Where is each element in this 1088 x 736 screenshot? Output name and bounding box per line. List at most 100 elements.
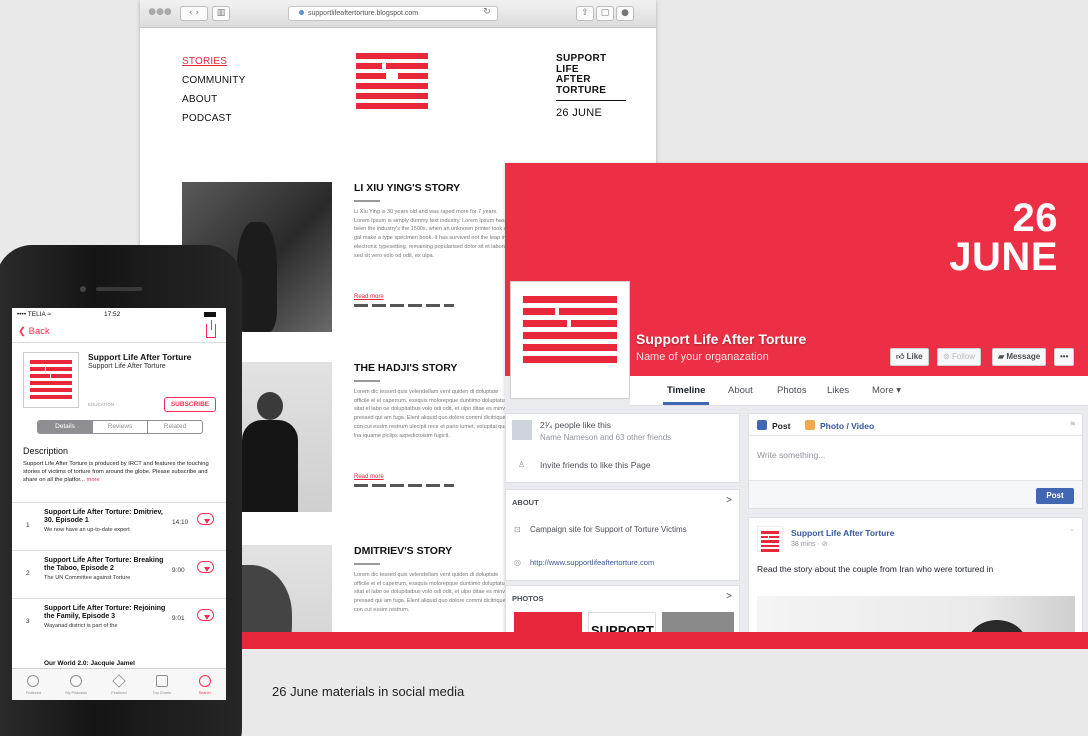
- tab-featured-star[interactable]: Featured: [98, 669, 141, 700]
- story-title[interactable]: DMITRIEV'S STORY: [354, 545, 452, 557]
- subscribe-button[interactable]: SUBSCRIBE: [164, 397, 216, 412]
- episode-row[interactable]: 1 Support Life After Torture: Dmitriev, …: [12, 502, 226, 550]
- read-more-link[interactable]: Read more: [354, 474, 384, 480]
- composer-tab-photo[interactable]: Photo / Video: [820, 421, 874, 431]
- tab-about[interactable]: About: [728, 385, 753, 396]
- window-controls-icon[interactable]: ●●●: [146, 6, 174, 21]
- post-composer: Post Photo / Video ⚑ Write something... …: [748, 413, 1083, 509]
- podcast-artwork[interactable]: [23, 352, 79, 408]
- podcast-author[interactable]: Support Life After Torture: [88, 363, 166, 370]
- status-time: 17:52: [104, 311, 121, 318]
- episode-duration: 14:10: [172, 519, 189, 526]
- tab-more[interactable]: More ▾: [872, 385, 901, 396]
- friend-avatar[interactable]: [512, 420, 532, 440]
- flag-icon[interactable]: ⚑: [1069, 420, 1076, 429]
- follow-button[interactable]: ⊚ Follow: [937, 348, 982, 366]
- episode-row[interactable]: 2 Support Life After Torture: Breaking t…: [12, 550, 226, 598]
- story-excerpt: Lorem dic tessed quis velendellam vent q…: [354, 572, 513, 613]
- more-options-button[interactable]: •••: [1054, 348, 1075, 366]
- tab-likes[interactable]: Likes: [827, 385, 849, 396]
- hexagram-logo-icon: [30, 360, 72, 399]
- page-category: Name of your organazation: [636, 351, 769, 363]
- status-bar: •••• TELIA ≈ 17:52: [12, 308, 226, 321]
- story-title[interactable]: THE HADJI'S STORY: [354, 362, 457, 374]
- chevron-right-icon[interactable]: >: [726, 495, 732, 506]
- extension-icon[interactable]: ●: [616, 6, 634, 21]
- like-page-button[interactable]: 👍︎ Like: [890, 348, 929, 366]
- tab-label: Featured: [25, 691, 41, 695]
- post-text: Read the story about the couple from Ira…: [757, 564, 994, 574]
- globe-icon: ◎: [514, 558, 521, 567]
- story-excerpt: Lorem dic tessed quis velendellam vent q…: [354, 389, 513, 439]
- nav-bar: ❮ Back: [12, 320, 226, 343]
- invite-link[interactable]: Invite friends to like this Page: [540, 460, 651, 470]
- story-date: [354, 200, 380, 202]
- nav-about[interactable]: ABOUT: [182, 90, 245, 109]
- battery-icon: [204, 312, 216, 317]
- star-icon: [112, 674, 126, 688]
- tab-my-podcasts[interactable]: My Podcasts: [55, 669, 98, 700]
- photos-heading[interactable]: PHOTOS: [512, 594, 544, 603]
- podcast-title: Support Life After Torture: [88, 352, 192, 362]
- back-button[interactable]: ❮ Back: [18, 326, 50, 337]
- facebook-page: 26 JUNE Support Life After Torture Name …: [505, 163, 1088, 640]
- back-label: Back: [28, 326, 50, 337]
- segment-details[interactable]: Details: [38, 421, 93, 433]
- tab-timeline[interactable]: Timeline: [662, 385, 710, 405]
- tab-featured[interactable]: Featured: [12, 669, 55, 700]
- reload-icon[interactable]: ↻: [480, 6, 494, 21]
- page-tabs: Timeline About Photos Likes More ▾: [630, 376, 1088, 406]
- share-icon[interactable]: ⇧: [576, 6, 594, 21]
- segment-reviews[interactable]: Reviews: [93, 421, 148, 433]
- story-title[interactable]: LI XIU YING'S STORY: [354, 182, 460, 194]
- tab-photos[interactable]: Photos: [777, 385, 807, 396]
- site-title-block: SUPPORT LIFE AFTER TORTURE 26 JUNE: [556, 53, 626, 119]
- tab-top-charts[interactable]: Top Charts: [140, 669, 183, 700]
- chevron-down-icon[interactable]: ⌄: [1069, 524, 1076, 533]
- composer-input[interactable]: Write something...: [757, 450, 825, 460]
- likes-count: 2¹⁄₄ people like this: [540, 420, 612, 430]
- episode-number: 1: [26, 522, 30, 529]
- site-logo[interactable]: [356, 53, 428, 109]
- nav-community[interactable]: COMMUNITY: [182, 71, 245, 90]
- url-text: supportlifeaftertorture.blogspot.com: [308, 10, 419, 17]
- episode-row[interactable]: 3 Support Life After Torture: Rejoining …: [12, 598, 226, 646]
- post-author-avatar[interactable]: [757, 526, 783, 552]
- about-heading[interactable]: ABOUT: [512, 498, 539, 507]
- profile-picture[interactable]: [510, 281, 630, 399]
- share-icon[interactable]: [206, 320, 216, 338]
- tab-search[interactable]: Search: [183, 669, 226, 700]
- post-timestamp[interactable]: 38 mins · ⊘: [791, 540, 828, 548]
- page-name[interactable]: Support Life After Torture: [636, 331, 806, 347]
- address-bar[interactable]: supportlifeaftertorture.blogspot.com: [288, 6, 498, 21]
- description-text: Support Life After Torture is produced b…: [23, 460, 219, 484]
- episode-row-partial[interactable]: Our World 2.0: Jacquie Jamel: [44, 660, 135, 667]
- website-link[interactable]: http://www.supportlifeaftertorture.com: [530, 558, 654, 567]
- segment-related[interactable]: Related: [148, 421, 202, 433]
- post-author[interactable]: Support Life After Torture: [791, 528, 894, 538]
- title-divider: [556, 100, 626, 101]
- episode-subtitle: The UN Committee against Torture: [44, 575, 131, 581]
- pencil-icon: [757, 420, 767, 430]
- read-more-link[interactable]: Read more: [354, 294, 384, 300]
- download-cloud-icon[interactable]: [197, 609, 214, 621]
- composer-tab-post[interactable]: Post: [772, 421, 790, 431]
- download-cloud-icon[interactable]: [197, 513, 214, 525]
- sidebar-icon[interactable]: ▥: [212, 6, 230, 21]
- back-forward-buttons[interactable]: ‹ ›: [180, 6, 208, 21]
- tabs-icon[interactable]: ▢: [596, 6, 614, 21]
- chevron-right-icon[interactable]: >: [726, 591, 732, 602]
- title-line: TORTURE: [556, 84, 607, 96]
- download-cloud-icon[interactable]: [197, 561, 214, 573]
- post-button[interactable]: Post: [1036, 488, 1074, 504]
- nav-podcast[interactable]: PODCAST: [182, 109, 245, 128]
- nav-stories[interactable]: STORIES: [182, 52, 245, 71]
- story-date: [354, 563, 380, 565]
- more-link[interactable]: more: [87, 477, 100, 483]
- likes-friends[interactable]: Name Nameson and 63 other friends: [540, 433, 671, 442]
- story-date: [354, 380, 380, 382]
- episode-duration: 9:01: [172, 615, 185, 622]
- likes-card: 2¹⁄₄ people like this Name Nameson and 6…: [505, 413, 740, 483]
- message-button[interactable]: ▰ Message: [992, 348, 1047, 366]
- image-caption: 26 June materials in social media: [272, 684, 465, 699]
